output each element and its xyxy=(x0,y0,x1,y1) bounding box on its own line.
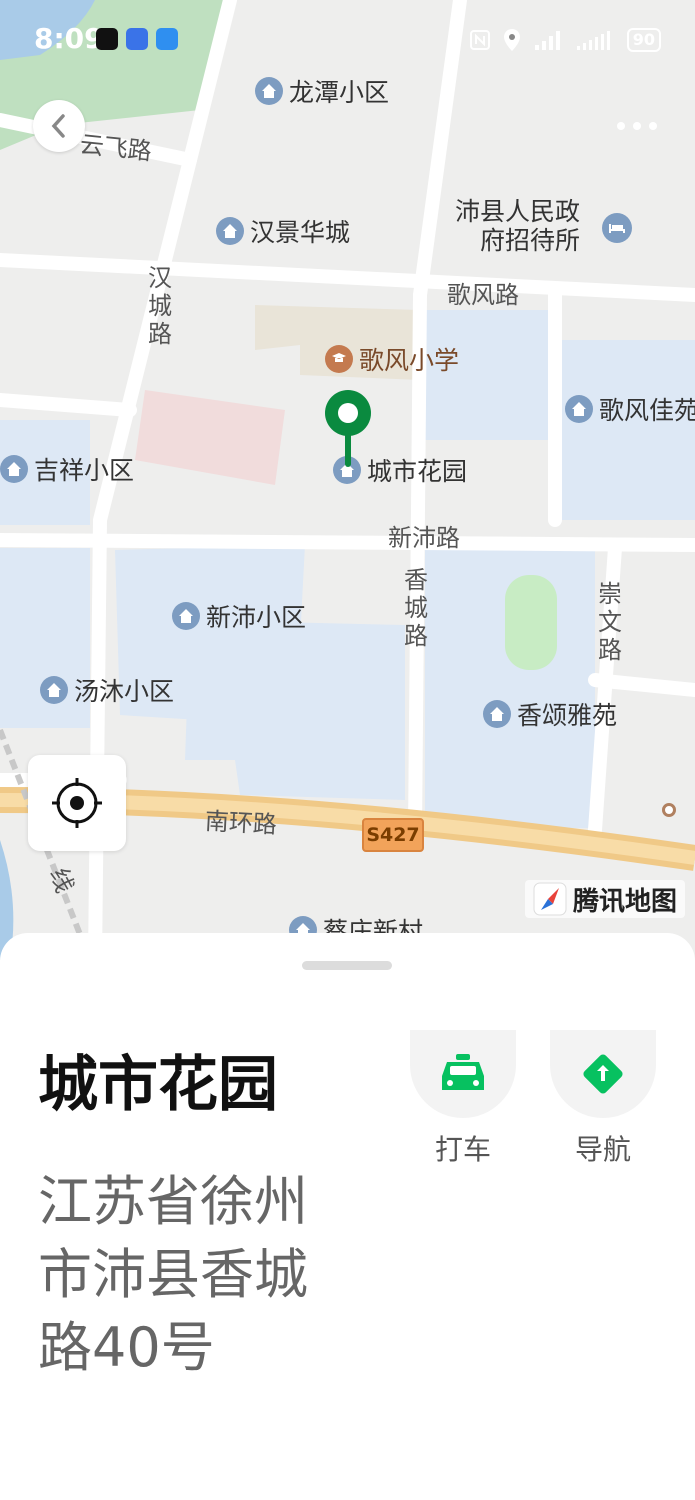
road-label: 云飞路 xyxy=(78,130,154,166)
poi-gefeng-school[interactable]: 歌风小学 xyxy=(325,341,459,377)
road-shield: S427 xyxy=(362,818,424,852)
poi-label: 歌风佳苑 xyxy=(599,396,695,425)
poi-label: 汤沐小区 xyxy=(74,677,175,706)
taxi-icon xyxy=(442,1054,484,1090)
residential-icon xyxy=(40,676,68,704)
road-label: 崇文路 xyxy=(598,580,622,664)
more-options-button[interactable] xyxy=(612,112,662,140)
more-dot-icon xyxy=(649,122,657,130)
poi-hanjing[interactable]: 汉景华城 xyxy=(216,213,350,249)
compass-logo-icon xyxy=(533,882,567,916)
map-logo: 腾讯地图 xyxy=(525,880,686,918)
tiktok-notification-icon xyxy=(96,28,118,50)
residential-icon xyxy=(483,700,511,728)
map-view[interactable]: 云飞路 汉城路 歌风路 新沛路 香城路 崇文路 南环路 线 S427 龙潭小区 … xyxy=(0,0,695,960)
poi-label: 新沛小区 xyxy=(206,603,307,632)
residential-icon xyxy=(565,395,593,423)
poi-xinpei[interactable]: 新沛小区 xyxy=(172,598,306,634)
road-label: 南环路 xyxy=(204,807,278,839)
chevron-left-icon xyxy=(51,114,65,138)
signal-icon xyxy=(534,31,560,50)
poi-jixiang[interactable]: 吉祥小区 xyxy=(0,451,134,487)
navigate-button-circle[interactable] xyxy=(550,1030,656,1118)
taxi-button[interactable]: 打车 xyxy=(410,1030,516,1168)
battery-indicator: 90 xyxy=(626,28,661,52)
upload-notification-icon xyxy=(156,28,178,50)
poi-label: 府招待所 xyxy=(480,226,581,255)
poi-zhaodaisuo[interactable]: 沛县人民政 府招待所 xyxy=(455,197,580,255)
taxi-label: 打车 xyxy=(434,1133,491,1166)
road-label: 汉城路 xyxy=(148,264,172,348)
residential-icon xyxy=(172,602,200,630)
place-title: 城市花园 xyxy=(38,1050,278,1120)
school-icon xyxy=(325,345,353,373)
location-marker-icon xyxy=(325,390,371,467)
residential-icon xyxy=(216,217,244,245)
navigate-label: 导航 xyxy=(574,1133,631,1166)
location-status-icon xyxy=(503,29,520,51)
signal-2-icon xyxy=(576,31,610,50)
poi-label: 香颂雅苑 xyxy=(517,701,618,730)
app-notification-icon xyxy=(126,28,148,50)
residential-icon xyxy=(0,455,28,483)
place-detail-sheet: 城市花园 江苏省徐州市沛县香城路40号 打车 导航 xyxy=(0,933,695,1500)
more-dot-icon xyxy=(617,122,625,130)
navigation-icon xyxy=(583,1054,623,1094)
poi-label: 汉景华城 xyxy=(250,218,351,247)
taxi-button-circle[interactable] xyxy=(410,1030,516,1118)
poi-xiangsong[interactable]: 香颂雅苑 xyxy=(483,696,617,732)
road-label: 香城路 xyxy=(404,566,428,650)
poi-label: 吉祥小区 xyxy=(34,456,135,485)
more-dot-icon xyxy=(633,122,641,130)
residential-icon xyxy=(255,77,283,105)
sheet-drag-handle[interactable] xyxy=(302,961,392,970)
poi-label: 歌风小学 xyxy=(359,346,460,375)
poi-dot-icon xyxy=(662,803,676,817)
road-label: 新沛路 xyxy=(388,524,460,552)
status-bar: 8:09 90 xyxy=(0,0,695,80)
poi-tangmu[interactable]: 汤沐小区 xyxy=(40,672,174,708)
poi-label: 城市花园 xyxy=(367,457,468,486)
locate-button[interactable] xyxy=(28,755,126,851)
road-label: 歌风路 xyxy=(447,281,519,309)
status-time: 8:09 xyxy=(34,22,104,55)
logo-text: 腾讯地图 xyxy=(573,886,678,917)
nfc-icon xyxy=(469,30,490,50)
back-button[interactable] xyxy=(33,100,85,152)
place-address: 江苏省徐州市沛县香城路40号 xyxy=(38,1170,308,1379)
hotel-icon xyxy=(602,213,632,243)
poi-gefeng-jiayuan[interactable]: 歌风佳苑 xyxy=(565,391,695,427)
navigate-button[interactable]: 导航 xyxy=(550,1030,656,1168)
crosshair-icon xyxy=(52,778,102,828)
poi-label: 沛县人民政 xyxy=(455,197,581,226)
